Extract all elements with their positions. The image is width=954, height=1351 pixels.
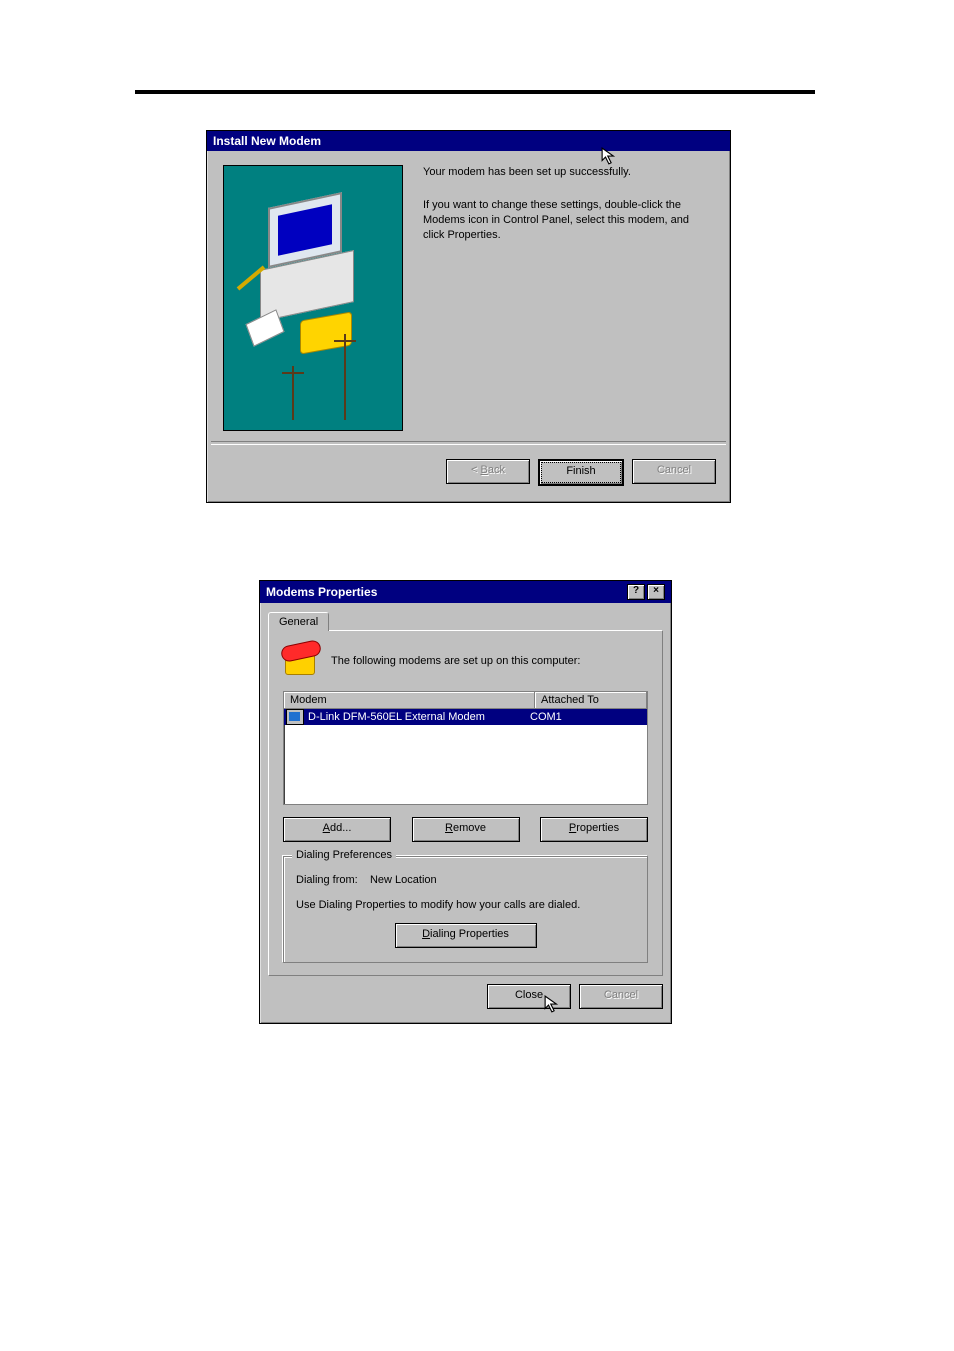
add-button[interactable]: Add... bbox=[283, 817, 391, 842]
tab-panel-general: The following modems are set up on this … bbox=[268, 630, 663, 976]
titlebar-modems[interactable]: Modems Properties ? × bbox=[260, 581, 671, 603]
finish-button[interactable]: Finish bbox=[538, 459, 624, 486]
titlebar-title-2: Modems Properties bbox=[266, 585, 377, 599]
cancel-label: Cancel bbox=[657, 464, 691, 476]
cancel-label-2: Cancel bbox=[604, 989, 638, 1001]
finish-label: Finish bbox=[566, 465, 595, 477]
close-icon: × bbox=[653, 585, 659, 596]
modem-name: D-Link DFM-560EL External Modem bbox=[308, 711, 485, 723]
tab-general-label: General bbox=[279, 616, 318, 628]
dialog-button-row: Close Cancel bbox=[260, 984, 671, 1023]
properties-button[interactable]: Properties bbox=[540, 817, 648, 842]
close-button[interactable]: × bbox=[647, 584, 665, 600]
titlebar-install[interactable]: Install New Modem bbox=[207, 131, 730, 151]
column-modem[interactable]: Modem bbox=[284, 692, 535, 708]
cancel-dialog-button: Cancel bbox=[579, 984, 663, 1009]
listview-header[interactable]: Modem Attached To bbox=[284, 692, 647, 709]
dialing-preferences-group: Dialing Preferences Dialing from: New Lo… bbox=[283, 856, 648, 963]
close-label: Close bbox=[515, 989, 543, 1001]
back-button: < Back bbox=[446, 459, 530, 484]
cursor-icon bbox=[544, 995, 562, 1013]
help-icon: ? bbox=[633, 585, 639, 596]
modem-port: COM1 bbox=[524, 711, 647, 723]
wizard-button-row: < Back Finish Cancel bbox=[207, 445, 730, 502]
group-title: Dialing Preferences bbox=[292, 849, 396, 861]
tab-general[interactable]: General bbox=[268, 612, 329, 631]
list-item[interactable]: D-Link DFM-560EL External Modem COM1 bbox=[284, 709, 647, 725]
modems-setup-text: The following modems are set up on this … bbox=[331, 655, 580, 667]
tab-strip: General bbox=[260, 603, 671, 630]
cancel-button: Cancel bbox=[632, 459, 716, 484]
modem-icon bbox=[286, 709, 304, 725]
close-dialog-button[interactable]: Close bbox=[487, 984, 571, 1009]
remove-button[interactable]: Remove bbox=[412, 817, 520, 842]
dialing-from-label: Dialing from: bbox=[296, 874, 358, 886]
wizard-illustration bbox=[223, 165, 403, 431]
dialing-properties-button[interactable]: Dialing Properties bbox=[395, 923, 537, 948]
modems-properties-window: Modems Properties ? × General The bbox=[259, 580, 672, 1024]
install-new-modem-window: Install New Modem Your modem has been se… bbox=[206, 130, 731, 503]
list-action-buttons: Add... Remove Properties bbox=[283, 817, 648, 842]
dialing-hint: Use Dialing Properties to modify how you… bbox=[296, 898, 635, 913]
modems-listview[interactable]: Modem Attached To D-Link DFM-560EL Exter… bbox=[283, 691, 648, 805]
titlebar-title: Install New Modem bbox=[213, 134, 321, 148]
success-message: Your modem has been set up successfully. bbox=[423, 165, 704, 180]
instruction-message: If you want to change these settings, do… bbox=[423, 198, 704, 243]
dialing-from-value: New Location bbox=[370, 874, 437, 886]
page-divider bbox=[135, 90, 815, 94]
column-attached-to[interactable]: Attached To bbox=[535, 692, 647, 708]
help-button[interactable]: ? bbox=[627, 584, 645, 600]
wizard-text: Your modem has been set up successfully.… bbox=[403, 165, 714, 435]
phone-icon bbox=[283, 645, 317, 677]
